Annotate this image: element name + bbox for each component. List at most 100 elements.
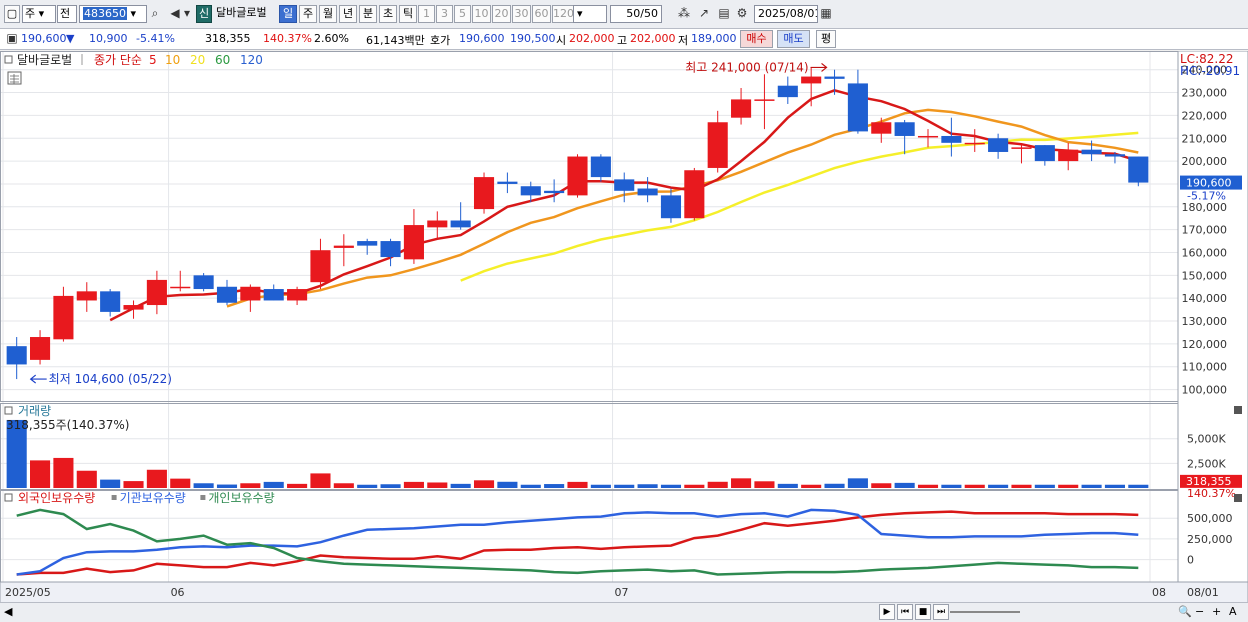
price-tick-label: 220,000 xyxy=(1182,109,1228,122)
period-button-6[interactable]: 틱 xyxy=(399,5,417,23)
volume-bar xyxy=(871,483,892,488)
scope-select[interactable]: 전 xyxy=(57,5,77,23)
period-button-5[interactable]: 초 xyxy=(379,5,397,23)
candle-body xyxy=(684,170,705,219)
period-button-2[interactable]: 월 xyxy=(319,5,337,23)
price-panel-frame xyxy=(0,51,1179,402)
volume-bar xyxy=(1058,484,1079,488)
holdings-close-icon xyxy=(1234,494,1242,502)
volume-bar xyxy=(777,483,798,488)
low-label: 저 xyxy=(678,34,689,47)
scroll-left-icon[interactable]: ◀ xyxy=(4,605,12,618)
shin-button[interactable]: 신 xyxy=(196,5,212,23)
search-icon[interactable]: ⌕ xyxy=(147,5,163,23)
candle-body xyxy=(707,122,728,168)
volume-bar xyxy=(30,460,51,488)
volume-bar xyxy=(473,480,495,488)
volume-bar xyxy=(287,483,308,488)
candle-body xyxy=(824,76,845,79)
legend-ma-60: 60 xyxy=(215,53,230,67)
holdings-tick-label: 0 xyxy=(1187,554,1194,567)
minute-button-3[interactable]: 3 xyxy=(436,5,453,23)
data-count-input[interactable]: 50/50 xyxy=(610,5,662,23)
volume-bar xyxy=(76,470,97,488)
x-tick-label: 08 xyxy=(1152,586,1166,599)
playback-button-0[interactable]: ▶ xyxy=(879,604,895,620)
volume-bar xyxy=(567,481,588,488)
playback-button-1[interactable]: ⏮ xyxy=(897,604,913,620)
volume-bar xyxy=(333,483,354,488)
period-button-4[interactable]: 분 xyxy=(359,5,377,23)
grid-icon[interactable]: ⁂ xyxy=(676,5,692,23)
date-input[interactable]: 2025/08/01 xyxy=(754,5,818,23)
chart-tool-icon[interactable]: ↗ xyxy=(696,5,712,23)
x-right-label: 08/01 xyxy=(1187,586,1219,599)
candle-body xyxy=(801,76,822,84)
unit-select[interactable]: ▾ xyxy=(573,5,607,23)
price-tick-label: 120,000 xyxy=(1182,338,1228,351)
minute-button-60[interactable]: 60 xyxy=(532,5,551,23)
sell-button[interactable]: 매도 xyxy=(777,30,810,48)
font-icon[interactable]: A xyxy=(1229,605,1237,618)
minute-button-1[interactable]: 1 xyxy=(418,5,435,23)
zoom-in-icon[interactable]: + xyxy=(1212,605,1221,618)
candle-body xyxy=(53,295,74,340)
high-annotation: 최고 241,000 (07/14) xyxy=(685,60,808,74)
period-button-3[interactable]: 년 xyxy=(339,5,357,23)
playback-button-3[interactable]: ⏭ xyxy=(933,604,949,620)
minute-button-30[interactable]: 30 xyxy=(512,5,531,23)
zoom-icon[interactable]: 🔍 xyxy=(1178,605,1192,618)
chevron-down-icon[interactable]: ▾ xyxy=(182,5,192,23)
high-label: 고 xyxy=(617,34,628,47)
save-icon[interactable]: ▤ xyxy=(716,5,732,23)
minute-button-20[interactable]: 20 xyxy=(492,5,511,23)
candle-body xyxy=(473,177,495,210)
minute-button-120[interactable]: 120 xyxy=(552,5,574,23)
candle-body xyxy=(380,241,401,258)
volume-ratio: 140.37% xyxy=(263,32,312,45)
candle-body xyxy=(567,156,588,196)
volume-bar xyxy=(1081,484,1102,488)
current-price: 190,600 xyxy=(21,32,67,45)
chart-window-icon[interactable]: ▢ xyxy=(4,5,20,23)
x-tick-label: 2025/05 xyxy=(5,586,51,599)
speaker-icon[interactable]: ◀ xyxy=(167,5,183,23)
minute-button-10[interactable]: 10 xyxy=(472,5,491,23)
holdings-tick-label: 500,000 xyxy=(1187,512,1233,525)
volume-panel-frame xyxy=(0,403,1179,490)
volume-close-icon xyxy=(1234,406,1242,414)
volume-bar xyxy=(216,484,238,488)
volume-bar xyxy=(544,484,565,488)
period-button-1[interactable]: 주 xyxy=(299,5,317,23)
volume-bar xyxy=(146,469,167,488)
period-button-0[interactable]: 일 xyxy=(279,5,297,23)
candle-body xyxy=(30,337,51,360)
stock-code-input[interactable]: 483650 ▾ xyxy=(79,5,147,23)
holdings-series-label: 외국인보유수량 xyxy=(18,491,95,505)
playback-button-2[interactable]: ■ xyxy=(915,604,931,620)
price-tick-label: 210,000 xyxy=(1182,132,1228,145)
buy-button[interactable]: 매수 xyxy=(740,30,773,48)
bid-price: 190,500 xyxy=(510,32,556,45)
x-tick-label: 06 xyxy=(171,586,185,599)
minute-button-5[interactable]: 5 xyxy=(454,5,471,23)
current-change-label: -5.17% xyxy=(1187,190,1226,203)
hc-info: HC:-20.91 xyxy=(1180,64,1240,78)
zoom-slider[interactable] xyxy=(950,611,1020,613)
volume-bar xyxy=(660,484,682,488)
price-tick-label: 130,000 xyxy=(1182,315,1228,328)
volume-bar xyxy=(497,481,518,488)
stock-chart[interactable]: 100,000 110,000 120,000 130,000 140,000 150,0… xyxy=(0,51,1248,603)
volume-bar xyxy=(403,481,424,488)
calendar-icon[interactable]: ▦ xyxy=(818,5,834,23)
candle-body xyxy=(894,122,915,136)
price-tick-label: 200,000 xyxy=(1182,155,1228,168)
volume-bar xyxy=(917,484,939,488)
candle-body xyxy=(403,225,424,260)
balance-button[interactable]: 평 xyxy=(816,30,836,48)
zoom-out-icon[interactable]: − xyxy=(1195,605,1204,618)
holdings-box-icon xyxy=(4,493,13,502)
gear-icon[interactable]: ⚙ xyxy=(734,5,750,23)
market-select[interactable]: 주 ▾ xyxy=(22,5,56,23)
volume-bar xyxy=(1104,484,1125,488)
